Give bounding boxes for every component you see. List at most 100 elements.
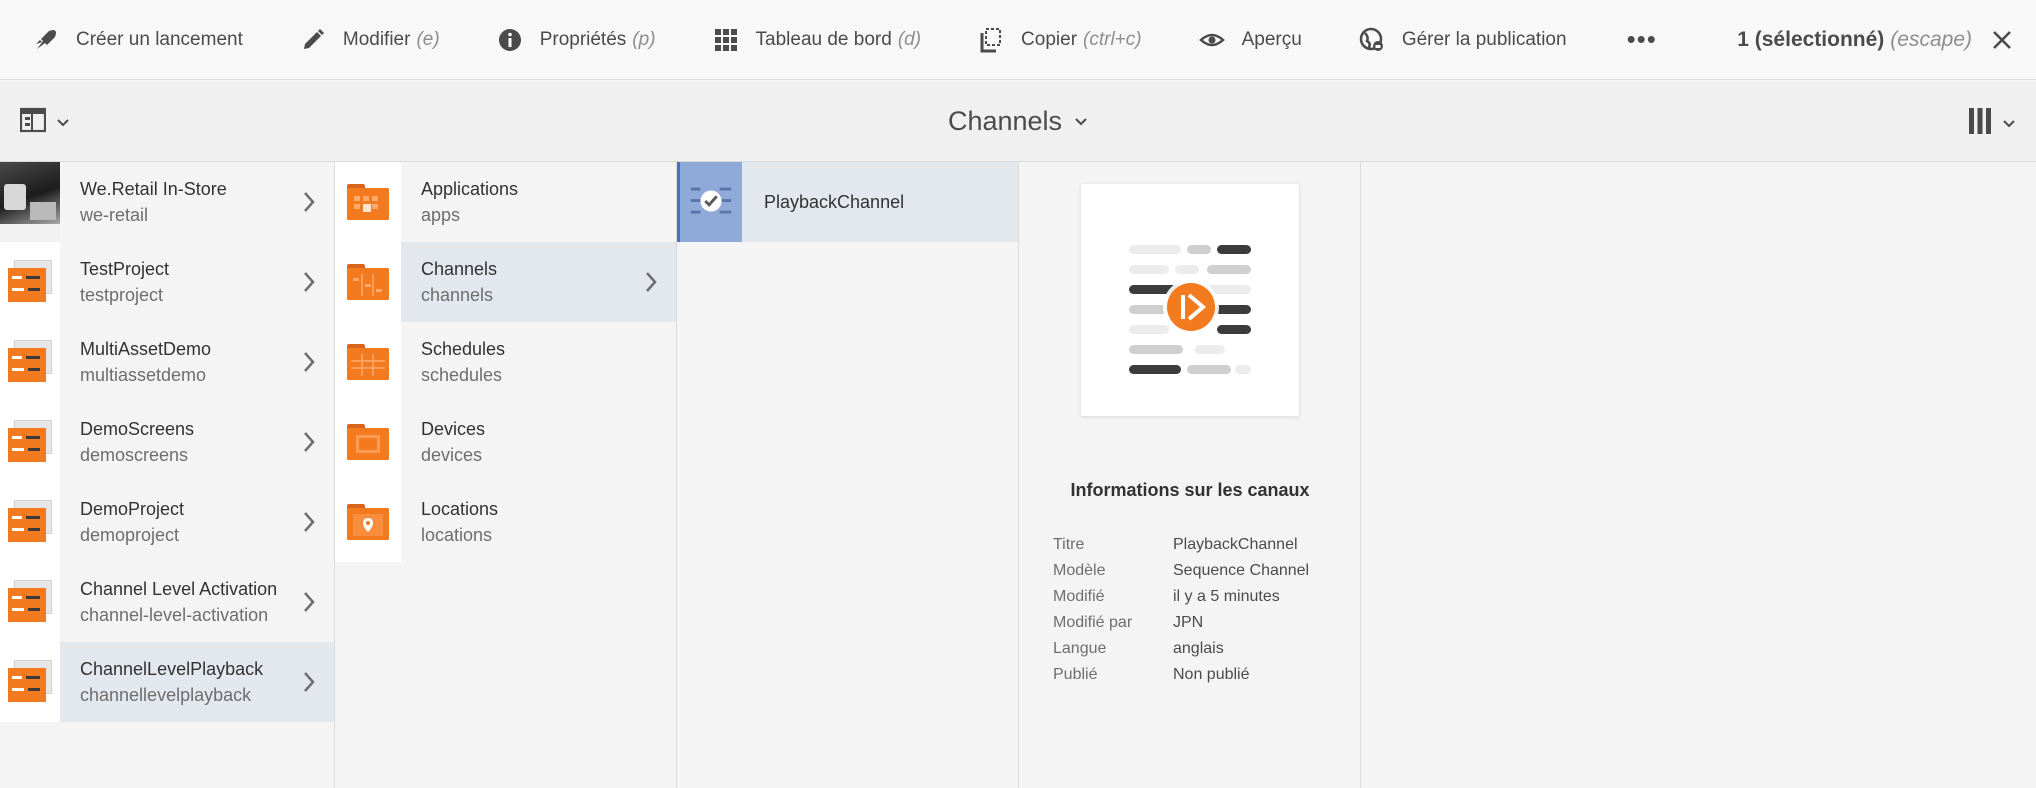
edit-button[interactable]: Modifier (e): [267, 0, 464, 80]
pencil-icon: [299, 26, 327, 54]
chevron-down-icon[interactable]: [1074, 117, 1088, 127]
project-item[interactable]: DemoScreens demoscreens: [0, 402, 334, 482]
metadata-value: JPN: [1173, 614, 1204, 631]
project-item[interactable]: Channel Level Activation channel-level-a…: [0, 562, 334, 642]
action-bar: Créer un lancement Modifier (e) Propriét…: [0, 0, 2036, 80]
chevron-down-icon: [2002, 119, 2016, 129]
copy-button[interactable]: Copier (ctrl+c): [945, 0, 1166, 80]
project-icon: [8, 500, 52, 544]
project-thumbnail: [0, 322, 60, 402]
properties-button[interactable]: Propriétés (p): [464, 0, 680, 80]
project-item[interactable]: DemoProject demoproject: [0, 482, 334, 562]
metadata-key: Titre: [1053, 536, 1085, 553]
folder-icon: [347, 264, 389, 300]
chevron-right-icon: [304, 352, 315, 372]
project-thumbnail: [0, 402, 60, 482]
metadata-value: Non publié: [1173, 666, 1250, 683]
folder-icon: [347, 504, 389, 540]
copy-icon: [977, 26, 1005, 54]
folder-item[interactable]: Devices devices: [335, 402, 676, 482]
folders-column: Applications apps Channels channels Sche…: [335, 162, 677, 788]
metadata-row: Publié Non publié: [1053, 662, 1309, 688]
project-icon: [8, 420, 52, 464]
folder-name: Schedules: [421, 339, 506, 359]
project-item[interactable]: TestProject testproject: [0, 242, 334, 322]
globe-icon: [1358, 26, 1386, 54]
chevron-right-icon: [304, 672, 315, 692]
dashboard-button[interactable]: Tableau de bord (d): [680, 0, 946, 80]
eye-icon: [1198, 26, 1226, 54]
page-title: Channels: [947, 106, 1063, 136]
chevron-right-icon: [304, 192, 315, 212]
project-name: TestProject: [80, 259, 170, 279]
project-icon: [8, 260, 52, 304]
create-launch-label: Créer un lancement: [76, 28, 243, 50]
chevron-right-icon: [304, 512, 315, 532]
metadata-list: Titre PlaybackChannel Modèle Sequence Ch…: [1053, 532, 1309, 688]
check-icon: [690, 187, 732, 214]
manage-publication-button[interactable]: Gérer la publication: [1326, 0, 1591, 80]
channel-thumbnail: [680, 162, 742, 242]
metadata-key: Langue: [1053, 640, 1107, 657]
project-name: DemoProject: [80, 499, 185, 519]
folder-thumbnail: [335, 482, 401, 562]
metadata-value: Sequence Channel: [1173, 562, 1310, 579]
folder-thumbnail: [335, 402, 401, 482]
folder-item[interactable]: Locations locations: [335, 482, 676, 562]
project-path: channel-level-activation: [80, 605, 269, 625]
project-item[interactable]: We.Retail In-Store we-retail: [0, 162, 334, 242]
project-name: We.Retail In-Store: [80, 179, 227, 199]
project-path: testproject: [80, 285, 164, 305]
folder-thumbnail: [335, 322, 401, 402]
preview-button[interactable]: Aperçu: [1166, 0, 1326, 80]
selection-status: 1 (sélectionné) (escape): [1737, 0, 2036, 80]
details-panel: Informations sur les canaux Titre Playba…: [1019, 162, 1361, 788]
folder-thumbnail: [335, 162, 401, 242]
metadata-key: Modifié par: [1053, 614, 1133, 631]
folder-item[interactable]: Applications apps: [335, 162, 676, 242]
project-thumbnail: [0, 562, 60, 642]
chevron-right-icon: [304, 592, 315, 612]
content-header: Channels: [0, 81, 2036, 162]
project-thumbnail: [0, 642, 60, 722]
preview-label: Aperçu: [1241, 28, 1302, 50]
title-wrap: Channels: [0, 81, 2036, 162]
create-launch-button[interactable]: Créer un lancement: [0, 0, 267, 80]
folder-name: Devices: [421, 419, 486, 439]
folder-path: channels: [421, 285, 494, 305]
metadata-row: Modifié par JPN: [1053, 610, 1309, 636]
project-thumbnail: [0, 242, 60, 322]
project-item-selected[interactable]: ChannelLevelPlayback channellevelplaybac…: [0, 642, 334, 722]
folder-icon: [347, 344, 389, 380]
selection-shortcut: (escape): [1890, 28, 1972, 51]
folder-item-selected[interactable]: Channels channels: [335, 242, 676, 322]
project-name: DemoScreens: [80, 419, 195, 439]
project-path: demoscreens: [80, 445, 189, 465]
more-actions-button[interactable]: •••: [1591, 0, 1681, 80]
close-icon[interactable]: [1988, 26, 2016, 54]
dashboard-shortcut: (d): [897, 28, 922, 50]
metadata-row: Modifié il y a 5 minutes: [1053, 584, 1309, 610]
project-path: multiassetdemo: [80, 365, 207, 385]
chevron-right-icon: [304, 272, 315, 292]
metadata-key: Publié: [1053, 666, 1098, 683]
project-name: Channel Level Activation: [80, 579, 278, 599]
folder-thumbnail: [335, 242, 401, 322]
sequence-channel-icon: [1129, 245, 1251, 374]
metadata-value: il y a 5 minutes: [1173, 588, 1280, 605]
project-icon: [8, 340, 52, 384]
projects-column: We.Retail In-Store we-retail TestProject…: [0, 162, 335, 788]
copy-shortcut: (ctrl+c): [1083, 28, 1142, 50]
properties-shortcut: (p): [632, 28, 656, 50]
metadata-row: Langue anglais: [1053, 636, 1309, 662]
copy-label: Copier: [1021, 28, 1078, 50]
dashboard-label: Tableau de bord: [755, 28, 892, 50]
project-item[interactable]: MultiAssetDemo multiassetdemo: [0, 322, 334, 402]
channel-item-selected[interactable]: PlaybackChannel: [677, 162, 1018, 242]
folder-path: devices: [421, 445, 483, 465]
folder-icon: [347, 424, 389, 460]
view-switcher-button[interactable]: [1968, 107, 2016, 140]
folder-item[interactable]: Schedules schedules: [335, 322, 676, 402]
column-view-icon: [1968, 107, 1992, 140]
metadata-value: PlaybackChannel: [1173, 536, 1298, 553]
